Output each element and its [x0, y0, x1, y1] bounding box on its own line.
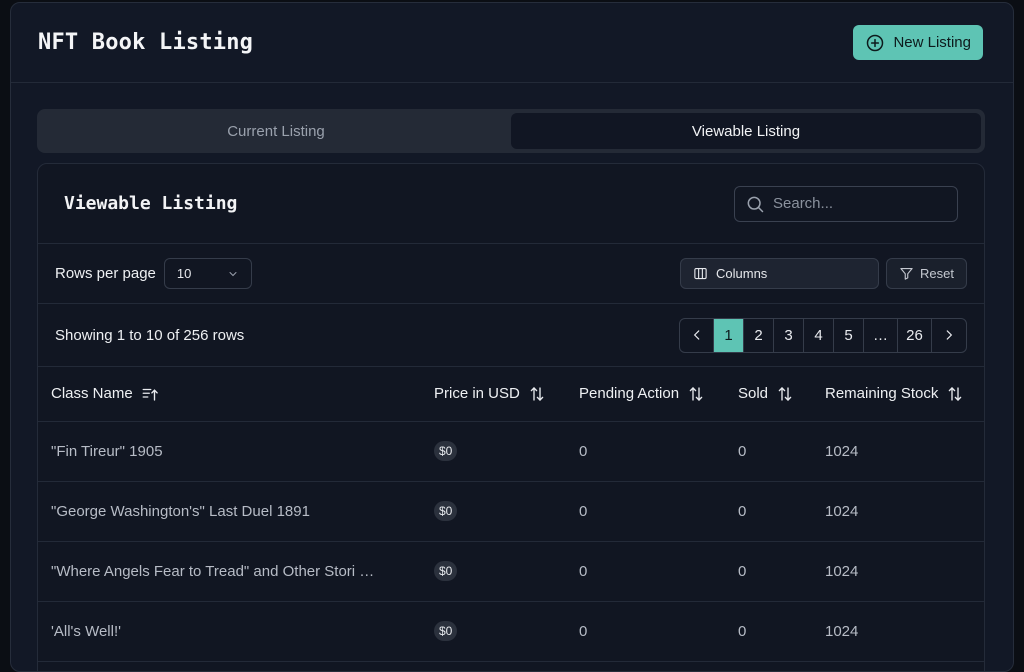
table-row[interactable]: "George Washington's" Last Duel 1891 $0 …	[38, 481, 984, 542]
sort-arrows-icon	[530, 386, 544, 401]
next-page-button[interactable]	[932, 319, 966, 352]
tab-current-listing[interactable]: Current Listing	[41, 113, 511, 149]
column-header-pending-action[interactable]: Pending Action	[566, 367, 725, 422]
cell-remaining-stock: 1024	[812, 481, 984, 542]
search-icon	[747, 196, 764, 212]
column-header-sold[interactable]: Sold	[725, 367, 812, 422]
table-header-row: Class Name Price in USD Pending Action S…	[38, 367, 984, 422]
pagination: 1 2 3 4 5 … 26	[679, 317, 967, 353]
new-listing-button[interactable]: New Listing	[853, 25, 983, 60]
toolbar-actions: Columns Reset	[680, 258, 967, 289]
cell-price: $0	[421, 481, 566, 542]
cell-class-name: 'All's Well!'	[38, 601, 421, 662]
chevron-down-icon	[229, 271, 237, 276]
page-title: NFT Book Listing	[38, 30, 254, 55]
card-header: Viewable Listing	[38, 164, 984, 244]
sort-arrows-icon	[689, 386, 703, 401]
price-badge: $0	[434, 441, 458, 461]
table-row[interactable]: "Where Angels Fear to Tread" and Other S…	[38, 541, 984, 602]
table-row[interactable]: "Fin Tireur" 1905 $0 0 0 1024	[38, 421, 984, 482]
search-input[interactable]	[773, 195, 947, 212]
table-row[interactable]: 'All's Well!' $0 0 0 1024	[38, 601, 984, 662]
cell-price: $0	[421, 421, 566, 482]
pagination-bar: Showing 1 to 10 of 256 rows 1 2 3 4 5 … …	[38, 304, 984, 367]
tab-viewable-listing[interactable]: Viewable Listing	[511, 113, 981, 149]
previous-page-button[interactable]	[680, 318, 714, 352]
table-toolbar: Rows per page 10 Columns Reset	[38, 244, 984, 304]
cell-sold: 0	[725, 601, 812, 662]
cell-price: $0	[421, 601, 566, 662]
cell-class-name: "George Washington's" Last Duel 1891	[38, 481, 421, 542]
column-header-label: Remaining Stock	[825, 385, 939, 403]
price-badge: $0	[434, 621, 458, 641]
cell-pending-action: 0	[566, 601, 725, 662]
cell-pending-action: 0	[566, 421, 725, 482]
sort-ascending-icon	[142, 388, 158, 401]
column-header-price[interactable]: Price in USD	[421, 367, 566, 422]
column-header-class-name[interactable]: Class Name	[38, 367, 421, 422]
page-button-2[interactable]: 2	[744, 318, 774, 352]
rows-per-page-value: 10	[176, 266, 192, 281]
card-title: Viewable Listing	[64, 193, 238, 214]
cell-remaining-stock: 1024	[812, 421, 984, 482]
cell-sold: 0	[725, 541, 812, 602]
app-window: NFT Book Listing New Listing Current Lis…	[10, 2, 1014, 672]
columns-label: Columns	[716, 266, 768, 281]
column-header-remaining-stock[interactable]: Remaining Stock	[812, 367, 984, 422]
listing-table: Class Name Price in USD Pending Action S…	[38, 367, 984, 662]
reset-label: Reset	[920, 266, 954, 281]
reset-button[interactable]: Reset	[886, 258, 967, 289]
rows-per-page-label: Rows per page	[55, 265, 156, 282]
chevron-left-icon	[693, 330, 699, 340]
page-button-3[interactable]: 3	[774, 318, 804, 352]
cell-price: $0	[421, 541, 566, 602]
listing-card: Viewable Listing Rows per page 10	[37, 163, 985, 671]
column-header-label: Pending Action	[579, 385, 680, 403]
page-ellipsis: …	[864, 318, 898, 352]
price-badge: $0	[434, 561, 458, 581]
sort-arrows-icon	[949, 386, 962, 401]
rows-per-page: Rows per page 10	[55, 258, 252, 289]
cell-sold: 0	[725, 421, 812, 482]
cell-pending-action: 0	[566, 541, 725, 602]
page-button-4[interactable]: 4	[804, 318, 834, 352]
sort-arrows-icon	[778, 386, 792, 401]
filter-icon	[900, 267, 913, 280]
cell-remaining-stock: 1024	[812, 601, 984, 662]
rows-per-page-select[interactable]: 10	[163, 258, 252, 289]
cell-remaining-stock: 1024	[812, 541, 984, 602]
columns-icon	[694, 267, 707, 280]
columns-button[interactable]: Columns	[680, 258, 879, 289]
search-box[interactable]	[734, 185, 958, 222]
cell-sold: 0	[725, 481, 812, 542]
cell-class-name: "Fin Tireur" 1905	[38, 421, 421, 482]
top-bar: NFT Book Listing New Listing	[11, 3, 1013, 83]
cell-pending-action: 0	[566, 481, 725, 542]
page-button-5[interactable]: 5	[834, 318, 864, 352]
new-listing-label: New Listing	[893, 34, 971, 51]
chevron-right-icon	[946, 330, 953, 340]
column-header-label: Sold	[738, 385, 769, 403]
column-header-label: Class Name	[51, 385, 133, 403]
page-button-1[interactable]: 1	[714, 318, 744, 352]
page-button-26[interactable]: 26	[898, 318, 932, 352]
showing-text: Showing 1 to 10 of 256 rows	[55, 326, 245, 344]
column-header-label: Price in USD	[434, 385, 520, 403]
listing-tabs: Current Listing Viewable Listing	[37, 109, 985, 153]
price-badge: $0	[434, 501, 458, 521]
cell-class-name: "Where Angels Fear to Tread" and Other S…	[38, 541, 421, 602]
plus-circle-icon	[867, 34, 884, 51]
